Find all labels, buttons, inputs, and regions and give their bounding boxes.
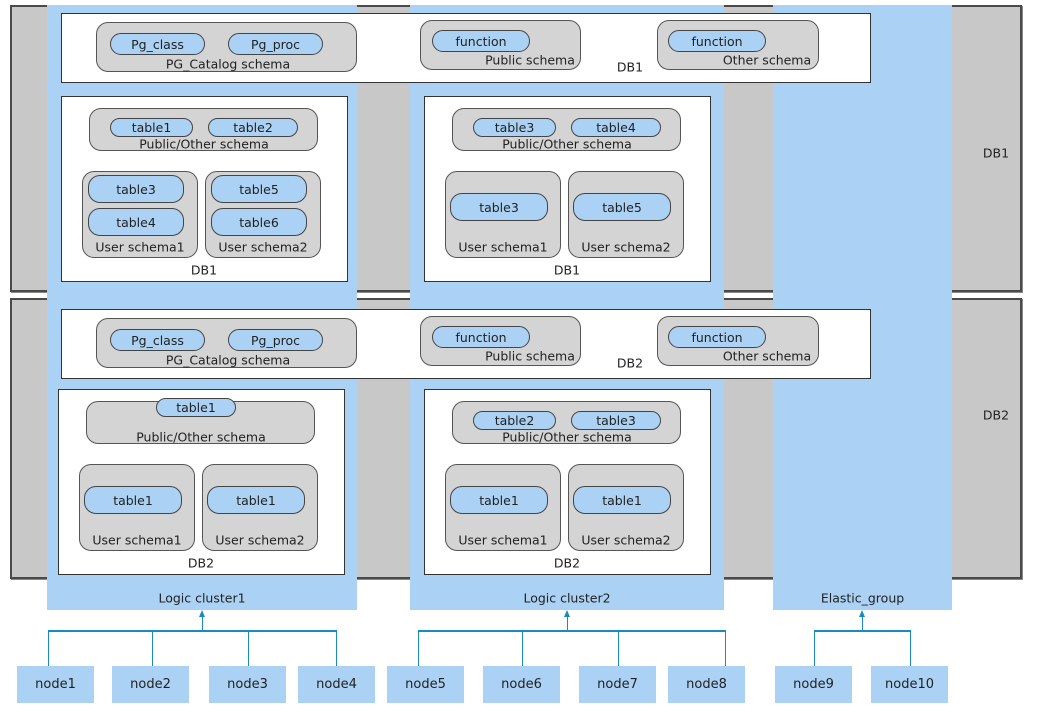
schema-label: Public/Other schema xyxy=(136,429,266,445)
schema-label: User schema1 xyxy=(95,239,185,255)
table-pill: table1 xyxy=(207,486,305,514)
node-3: node3 xyxy=(209,666,286,703)
schema-label: Public schema xyxy=(485,348,575,364)
group-3 xyxy=(773,5,952,610)
database-label: DB2 xyxy=(553,555,581,571)
table-pill: table2 xyxy=(473,411,556,430)
node-10: node10 xyxy=(871,666,948,703)
schema-label: PG_Catalog schema xyxy=(165,352,291,368)
group-label: Elastic_group xyxy=(820,590,905,606)
connector-line xyxy=(248,630,249,666)
node-9: node9 xyxy=(775,666,852,703)
schema-label: Public/Other schema xyxy=(502,429,632,445)
connector-line xyxy=(418,630,419,666)
table-pill: table5 xyxy=(573,193,671,221)
table-pill: table5 xyxy=(211,175,307,203)
node-8: node8 xyxy=(668,666,745,703)
database-label: DB2 xyxy=(187,555,215,571)
connector-line xyxy=(814,630,911,632)
table-pill: Pg_proc xyxy=(228,33,323,55)
table-pill: Pg_proc xyxy=(228,329,323,351)
schema-label: Public/Other schema xyxy=(502,136,632,152)
group-label: Logic cluster1 xyxy=(158,590,246,606)
connector-line xyxy=(418,630,726,632)
catalog-db-label: DB2 xyxy=(616,355,644,371)
schema-label: User schema1 xyxy=(458,239,548,255)
node-4: node4 xyxy=(298,666,375,703)
table-pill: table1 xyxy=(156,398,236,417)
table-pill: table3 xyxy=(88,175,184,203)
schema-label: User schema2 xyxy=(581,532,671,548)
connector-line xyxy=(152,630,153,666)
connector-line xyxy=(522,630,523,666)
arrow-up-icon xyxy=(199,610,205,617)
schema-label: User schema1 xyxy=(458,532,548,548)
schema-label: Other schema xyxy=(722,348,812,364)
schema-label: User schema1 xyxy=(92,532,182,548)
function-pill: function xyxy=(432,326,530,348)
table-pill: table3 xyxy=(473,118,556,137)
node-6: node6 xyxy=(483,666,560,703)
table-pill: table1 xyxy=(110,118,193,137)
schema-label: User schema2 xyxy=(215,532,305,548)
arrow-up-icon xyxy=(859,610,865,617)
schema-label: Public/Other schema xyxy=(139,136,269,152)
schema-label: Public schema xyxy=(485,52,575,68)
arrow-up-icon xyxy=(564,610,570,617)
group-label: Logic cluster2 xyxy=(523,590,611,606)
function-pill: function xyxy=(432,30,530,52)
band-label: DB2 xyxy=(982,407,1010,423)
node-1: node1 xyxy=(17,666,94,703)
table-pill: table3 xyxy=(571,411,661,430)
schema-label: PG_Catalog schema xyxy=(165,56,291,72)
node-2: node2 xyxy=(112,666,189,703)
schema-label: User schema2 xyxy=(218,239,308,255)
connector-line xyxy=(48,630,49,666)
database-label: DB1 xyxy=(190,262,218,278)
connector-line xyxy=(618,630,619,666)
database-label: DB1 xyxy=(553,262,581,278)
table-pill: table2 xyxy=(208,118,298,137)
table-pill: table6 xyxy=(211,208,307,236)
table-pill: table4 xyxy=(571,118,661,137)
function-pill: function xyxy=(668,30,766,52)
table-pill: table1 xyxy=(84,486,182,514)
band-label: DB1 xyxy=(982,145,1010,161)
table-pill: Pg_class xyxy=(110,33,205,55)
table-pill: table4 xyxy=(88,208,184,236)
table-pill: Pg_class xyxy=(110,329,205,351)
connector-line xyxy=(48,630,337,632)
table-pill: table1 xyxy=(450,486,548,514)
function-pill: function xyxy=(668,326,766,348)
connector-line xyxy=(336,630,337,666)
node-5: node5 xyxy=(387,666,464,703)
catalog-db-label: DB1 xyxy=(616,59,644,75)
node-7: node7 xyxy=(579,666,656,703)
table-pill: table3 xyxy=(450,193,548,221)
connector-line xyxy=(910,630,911,666)
schema-label: User schema2 xyxy=(581,239,671,255)
connector-line xyxy=(725,630,726,666)
table-pill: table1 xyxy=(573,486,671,514)
schema-label: Other schema xyxy=(722,52,812,68)
connector-line xyxy=(814,630,815,666)
